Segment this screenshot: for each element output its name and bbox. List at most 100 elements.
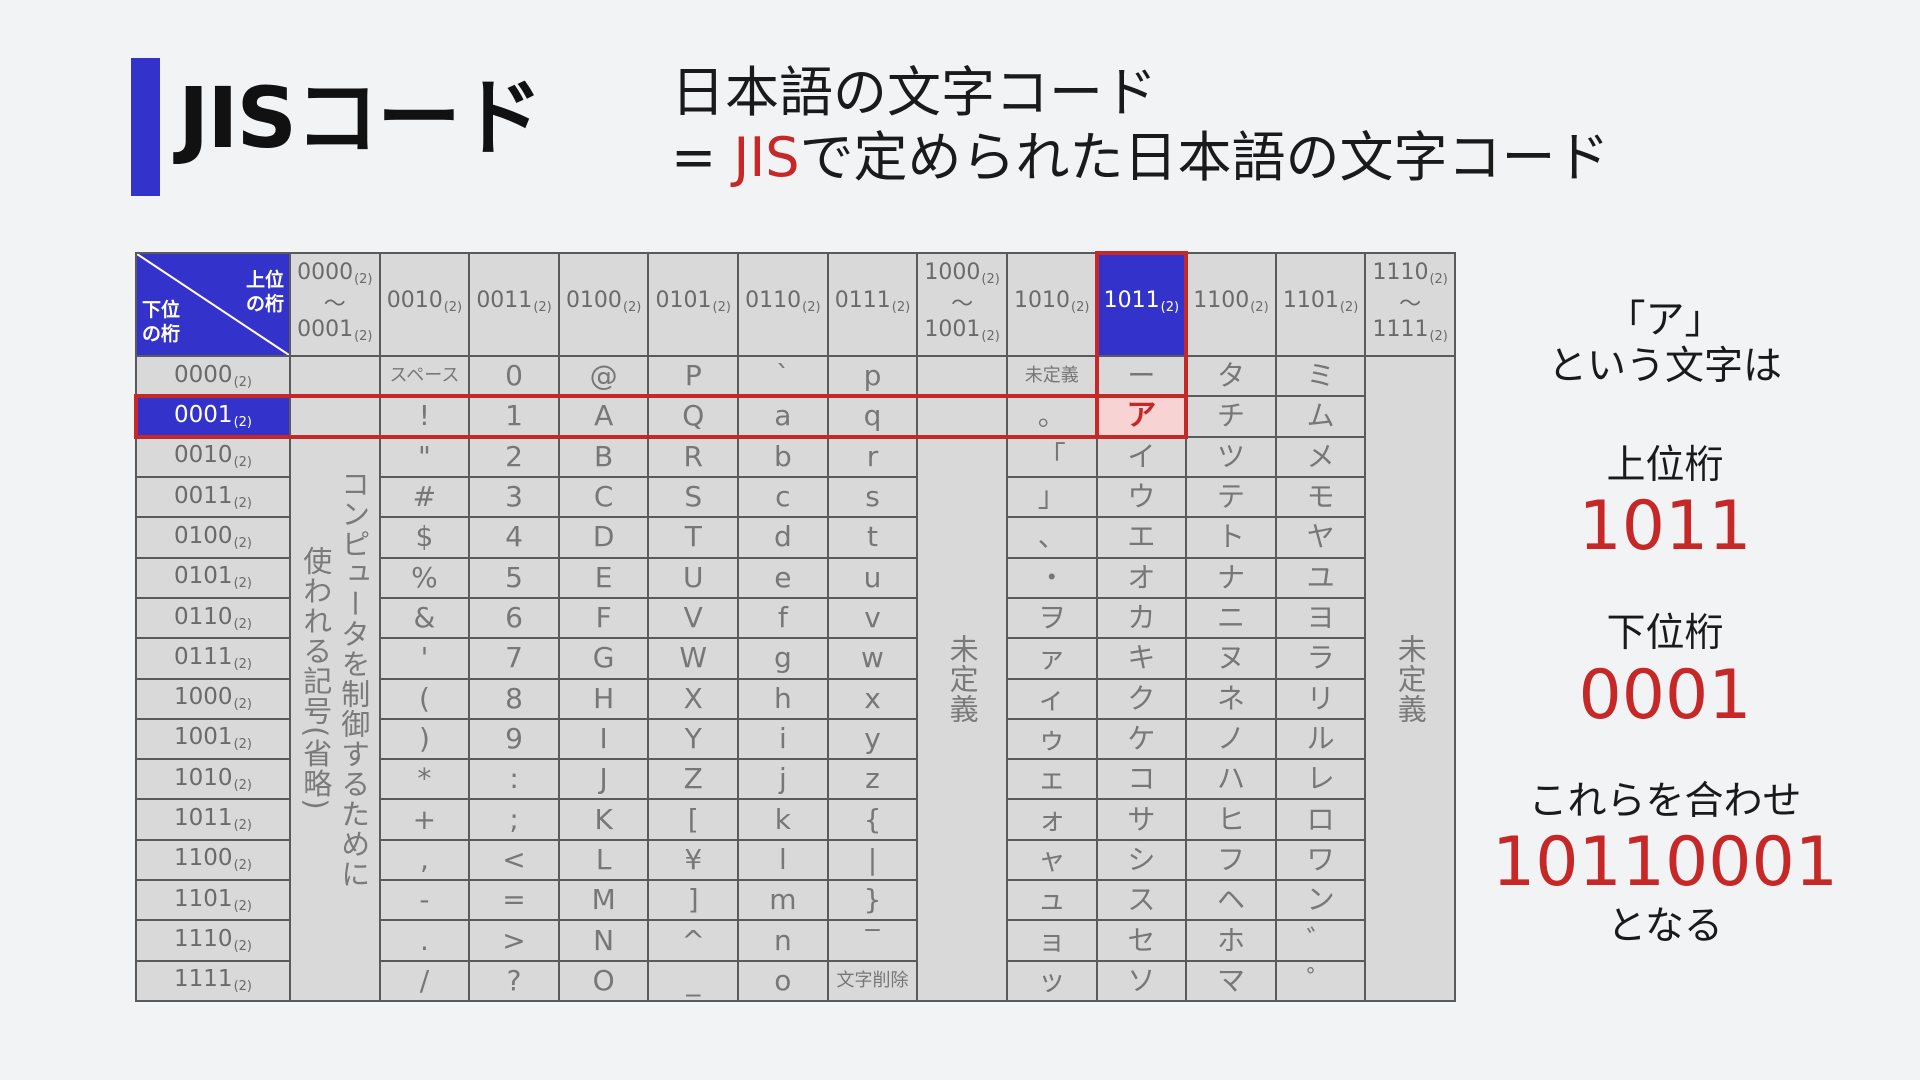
character-cell: $ xyxy=(380,518,469,557)
character-cell: e xyxy=(739,558,827,597)
character-cell: ィ xyxy=(1007,679,1096,718)
character-cell: コ xyxy=(1097,760,1186,799)
column-header-1110-1111: 1110(2) 〜 1111(2) xyxy=(1366,254,1454,355)
character-cell: 。 xyxy=(1007,397,1096,436)
column-header-0000-0001: 0000(2) 〜 0001(2) xyxy=(291,254,379,355)
range-mark: 〜 xyxy=(1399,291,1422,317)
binary-digits: 1011 xyxy=(1103,288,1160,313)
upper-digit-label-line1: 上位 xyxy=(245,269,284,291)
vertical-text: 未定義 xyxy=(1391,634,1429,724)
character-cell: ス xyxy=(1097,881,1186,920)
binary-digits: 1000 xyxy=(924,259,981,285)
binary-code: 0000(2) xyxy=(174,361,252,390)
character-cell: < xyxy=(470,840,558,880)
character-cell: ニ xyxy=(1187,598,1275,638)
radix-subscript: (2) xyxy=(233,374,252,390)
radix-subscript: (2) xyxy=(1429,271,1448,287)
character-cell: A xyxy=(559,397,648,436)
binary-code: 1010(2) xyxy=(1014,287,1089,322)
character-cell: ` xyxy=(739,357,827,396)
slide-subtitle: 日本語の文字コード = JISで定められた日本語の文字コード xyxy=(671,60,1610,190)
character-cell: * xyxy=(380,760,469,799)
row-label-0100: 0100(2) xyxy=(137,518,289,557)
subtitle-jis-highlight: JIS xyxy=(733,126,800,189)
binary-digits: 0101 xyxy=(174,563,233,590)
range-mark: 〜 xyxy=(951,291,974,317)
column-header-1000-1001: 1000(2) 〜 1001(2) xyxy=(918,254,1006,355)
character-cell: p xyxy=(828,357,917,396)
vertical-text-line: コンピュータを制御するために xyxy=(336,468,371,889)
character-cell: [ xyxy=(649,800,738,839)
row-label-1000: 1000(2) xyxy=(137,679,289,718)
binary-code: 1000(2) xyxy=(174,686,252,712)
character-cell: M xyxy=(559,881,648,920)
row-label-1100: 1100(2) xyxy=(137,840,289,880)
character-cell: / xyxy=(380,961,469,1000)
radix-subscript: (2) xyxy=(443,300,463,315)
character-cell: l xyxy=(739,840,827,880)
character-cell: Y xyxy=(649,719,738,759)
vertical-text: コンピュータを制御するために 使われる記号(省略) xyxy=(297,469,373,889)
lower-digit-label-line2: の桁 xyxy=(142,323,181,345)
binary-code: 0111(2) xyxy=(835,287,910,322)
lower-digit-label-line1: 下位 xyxy=(142,299,181,321)
radix-subscript: (2) xyxy=(233,858,252,874)
character-cell: ) xyxy=(380,719,469,759)
character-cell: ョ xyxy=(1007,921,1096,960)
binary-digits: 0101 xyxy=(655,288,712,313)
character-cell: ‾ xyxy=(828,921,917,960)
subtitle-line-1: 日本語の文字コード xyxy=(671,61,1157,124)
binary-code: 0111(2) xyxy=(174,643,252,672)
radix-subscript: (2) xyxy=(891,300,911,315)
character-cell: ャ xyxy=(1007,840,1096,880)
character-cell: 未定義 xyxy=(1007,357,1096,396)
character-cell: V xyxy=(649,598,738,638)
binary-digits: 0000 xyxy=(174,361,233,388)
character-cell: _ xyxy=(649,961,738,1000)
radix-subscript: (2) xyxy=(802,300,821,315)
binary-digits: 0110 xyxy=(745,288,802,313)
character-cell: シ xyxy=(1097,840,1186,880)
highlighted-character-cell: ア xyxy=(1097,397,1186,436)
radix-subscript: (2) xyxy=(233,656,252,672)
character-cell: ' xyxy=(380,639,469,678)
character-cell: フ xyxy=(1187,840,1275,880)
character-cell: ! xyxy=(380,397,469,436)
binary-code: 1111(2) xyxy=(1372,316,1447,351)
character-cell: ワ xyxy=(1276,840,1365,880)
character-cell: ケ xyxy=(1097,719,1186,759)
character-cell: , xyxy=(380,840,469,880)
radix-subscript: (2) xyxy=(233,535,252,551)
character-cell: ネ xyxy=(1187,679,1275,718)
character-cell: 0 xyxy=(470,357,558,396)
character-cell: ; xyxy=(470,800,558,839)
lower-digit-heading: 下位桁 xyxy=(1606,611,1724,656)
radix-subscript: (2) xyxy=(1339,300,1359,315)
character-cell: ? xyxy=(470,961,558,1000)
character-cell: k xyxy=(739,800,827,839)
character-cell: T xyxy=(649,518,738,557)
character-cell: ヒ xyxy=(1187,800,1275,839)
character-cell: S xyxy=(649,477,738,517)
binary-code: 1110(2) xyxy=(1372,259,1447,294)
binary-code: 1001(2) xyxy=(924,316,999,351)
radix-subscript: (2) xyxy=(233,414,252,430)
character-cell: @ xyxy=(559,357,648,396)
character-cell: ッ xyxy=(1007,961,1096,1000)
character-cell: ル xyxy=(1276,719,1365,759)
binary-digits: 1110 xyxy=(174,926,233,953)
binary-digits: 0111 xyxy=(174,643,233,670)
character-cell: ヌ xyxy=(1187,639,1275,678)
character-cell: ゛ xyxy=(1276,921,1365,960)
row-label-1101: 1101(2) xyxy=(137,881,289,920)
character-cell: n xyxy=(739,921,827,960)
binary-digits: 0010 xyxy=(386,288,443,313)
character-cell: E xyxy=(559,558,648,597)
upper-digit-label: 上位 の桁 xyxy=(246,268,284,316)
binary-digits: 0110 xyxy=(174,603,233,630)
binary-code: 1000(2) xyxy=(924,259,999,294)
character-cell: ヲ xyxy=(1007,598,1096,638)
character-cell: # xyxy=(380,477,469,517)
character-cell: ホ xyxy=(1187,921,1275,960)
character-cell: y xyxy=(828,719,917,759)
